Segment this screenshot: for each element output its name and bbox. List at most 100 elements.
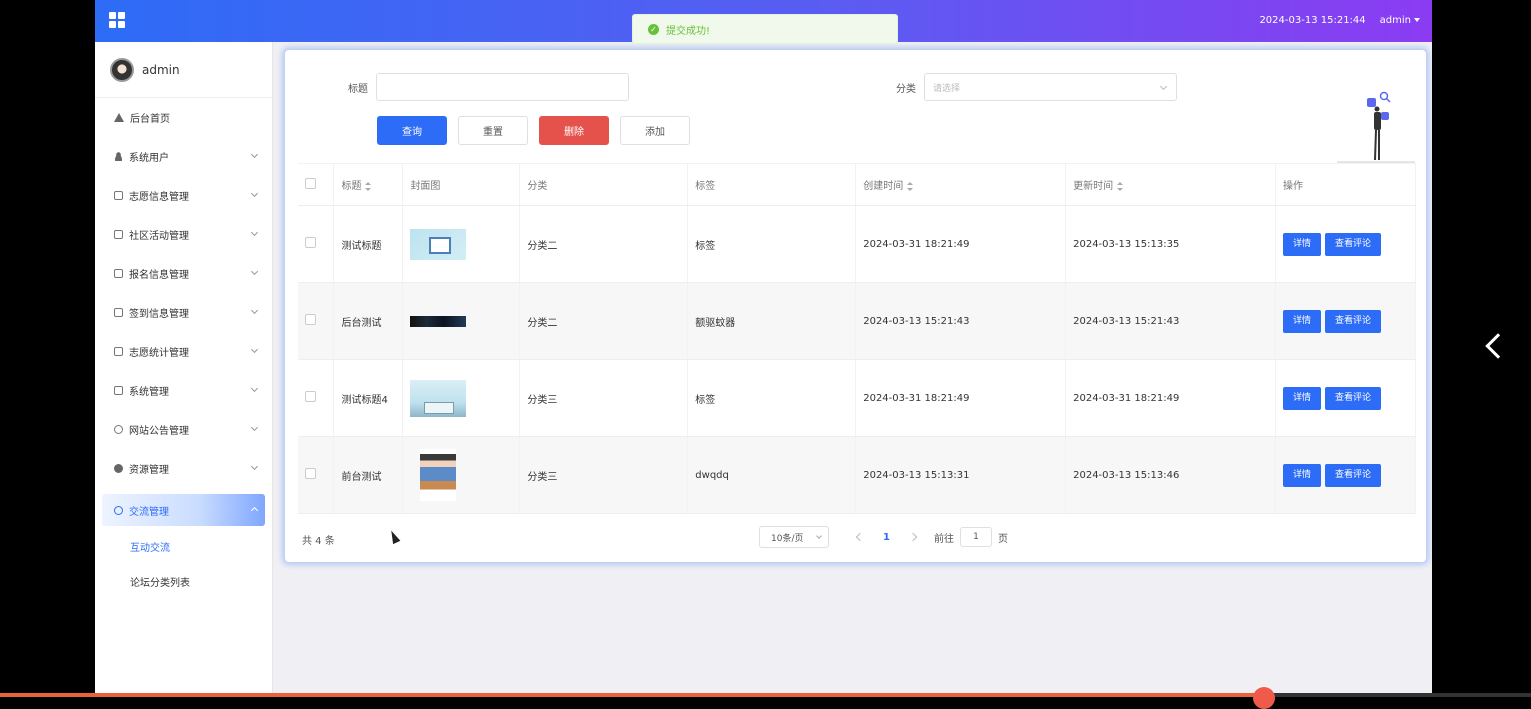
toast-message: 提交成功! — [666, 25, 711, 37]
sidebar-item-resources[interactable]: 资源管理 — [95, 449, 272, 488]
col-created[interactable]: 创建时间 — [855, 163, 1067, 206]
chevron-down-icon — [250, 462, 259, 471]
video-progress-bar[interactable] — [0, 693, 1531, 697]
detail-button[interactable]: 详情 — [1283, 232, 1322, 256]
detail-button[interactable]: 详情 — [1283, 309, 1322, 333]
table-header-row: 标题 封面图 分类 标签 创建时间 更新时间 操作 — [298, 163, 1416, 206]
cell-created: 2024-03-13 15:21:43 — [855, 282, 1067, 360]
cover-image — [420, 449, 457, 501]
goto-page-input[interactable]: 1 — [959, 527, 992, 547]
detail-button[interactable]: 详情 — [1283, 463, 1322, 487]
person-icon — [114, 152, 123, 161]
sidebar-item-label: 系统用户 — [129, 153, 169, 164]
action-buttons: 查询 重置 删除 添加 — [377, 116, 690, 145]
submenu-item-forum-categories[interactable]: 论坛分类列表 — [95, 564, 272, 599]
sidebar-item-label: 志愿统计管理 — [129, 348, 189, 359]
title-input[interactable] — [376, 73, 629, 101]
row-checkbox[interactable] — [305, 237, 316, 248]
cell-category: 分类二 — [519, 205, 689, 283]
select-all-checkbox[interactable] — [305, 177, 316, 189]
image-icon — [114, 386, 123, 395]
chevron-left-icon[interactable] — [1485, 333, 1511, 359]
doc-icon — [114, 230, 123, 239]
cell-created: 2024-03-13 15:13:31 — [855, 436, 1067, 514]
row-checkbox[interactable] — [305, 468, 316, 479]
chevron-down-icon — [250, 228, 259, 237]
cell-tags: 额驱蚊器 — [687, 282, 857, 360]
add-button[interactable]: 添加 — [620, 116, 690, 145]
sidebar-item-registration[interactable]: 报名信息管理 — [95, 254, 272, 293]
cell-category: 分类二 — [519, 282, 689, 360]
success-toast: ✓ 提交成功! — [632, 14, 898, 44]
progress-handle[interactable] — [1253, 687, 1275, 709]
app-window: 2024-03-13 15:21:44 admin ✓ 提交成功! admin … — [95, 0, 1432, 697]
total-count: 共 4 条 — [302, 536, 335, 547]
chevron-down-icon — [250, 423, 259, 432]
sidebar-item-volunteer-stats[interactable]: 志愿统计管理 — [95, 332, 272, 371]
chevron-down-icon — [250, 345, 259, 354]
page-size-select[interactable]: 10条/页 — [759, 526, 829, 548]
title-filter-label: 标题 — [348, 83, 368, 95]
row-checkbox[interactable] — [305, 314, 316, 325]
sidebar-menu: 后台首页 系统用户 志愿信息管理 社区活动管理 报名信息管理 签到信息管理 志愿… — [95, 98, 272, 526]
detail-button[interactable]: 详情 — [1283, 386, 1322, 410]
sidebar-item-community-activity[interactable]: 社区活动管理 — [95, 215, 272, 254]
table-row: 测试标题 分类二 标签 2024-03-31 18:21:49 2024-03-… — [298, 205, 1416, 283]
sort-icon[interactable] — [365, 181, 372, 191]
sort-icon[interactable] — [1117, 181, 1124, 191]
user-dropdown[interactable]: admin — [1380, 15, 1420, 26]
sidebar-item-home[interactable]: 后台首页 — [95, 98, 272, 137]
sidebar-item-label: 系统管理 — [129, 387, 169, 398]
sidebar-item-label: 资源管理 — [129, 465, 169, 476]
doc-icon — [114, 269, 123, 278]
next-page-icon[interactable] — [908, 532, 918, 542]
category-select[interactable]: 请选择 — [924, 73, 1177, 101]
cell-tags: 标签 — [687, 205, 857, 283]
chevron-down-icon — [250, 384, 259, 393]
cell-tags: dwqdq — [687, 436, 857, 514]
view-comments-button[interactable]: 查看评论 — [1325, 232, 1382, 256]
sidebar-item-system-users[interactable]: 系统用户 — [95, 137, 272, 176]
col-cover: 封面图 — [402, 163, 521, 206]
reset-button[interactable]: 重置 — [458, 116, 528, 145]
sort-icon[interactable] — [907, 181, 914, 191]
sidebar-item-announcements[interactable]: 网站公告管理 — [95, 410, 272, 449]
delete-button[interactable]: 删除 — [539, 116, 609, 145]
sidebar-username: admin — [142, 62, 180, 77]
sidebar: admin 后台首页 系统用户 志愿信息管理 社区活动管理 报名信息管理 签到信… — [95, 42, 273, 697]
sidebar-item-checkin[interactable]: 签到信息管理 — [95, 293, 272, 332]
view-comments-button[interactable]: 查看评论 — [1325, 463, 1382, 487]
sidebar-item-system-management[interactable]: 系统管理 — [95, 371, 272, 410]
goto-prefix: 前往 — [933, 533, 954, 545]
sidebar-item-label: 报名信息管理 — [129, 270, 189, 281]
cell-updated: 2024-03-31 18:21:49 — [1065, 359, 1276, 437]
chevron-up-icon — [250, 506, 259, 515]
cell-tags: 标签 — [687, 359, 857, 437]
cover-image — [410, 315, 467, 327]
submenu-item-interaction[interactable]: 互动交流 — [95, 529, 272, 564]
cell-title: 测试标题 — [333, 205, 404, 283]
col-title[interactable]: 标题 — [333, 163, 404, 206]
current-page[interactable]: 1 — [883, 532, 890, 543]
search-illustration — [1337, 91, 1415, 163]
col-category: 分类 — [519, 163, 689, 206]
chat-icon — [114, 505, 123, 515]
sidebar-item-communication[interactable]: 交流管理 — [102, 494, 265, 526]
query-button[interactable]: 查询 — [377, 116, 447, 145]
info-icon — [114, 425, 123, 434]
sidebar-item-volunteer-info[interactable]: 志愿信息管理 — [95, 176, 272, 215]
menu-grid-icon[interactable] — [109, 12, 125, 28]
chevron-down-icon — [250, 189, 259, 198]
sidebar-item-label: 网站公告管理 — [129, 426, 189, 437]
sidebar-item-label: 后台首页 — [130, 114, 170, 125]
col-updated[interactable]: 更新时间 — [1065, 163, 1276, 206]
sidebar-item-label: 志愿信息管理 — [129, 192, 189, 203]
view-comments-button[interactable]: 查看评论 — [1325, 386, 1382, 410]
category-filter-label: 分类 — [896, 83, 916, 95]
view-comments-button[interactable]: 查看评论 — [1325, 309, 1382, 333]
home-icon — [114, 113, 124, 122]
prev-page-icon[interactable] — [855, 532, 865, 542]
sidebar-item-label: 交流管理 — [129, 506, 169, 518]
row-checkbox[interactable] — [305, 391, 316, 402]
cell-title: 前台测试 — [333, 436, 404, 514]
